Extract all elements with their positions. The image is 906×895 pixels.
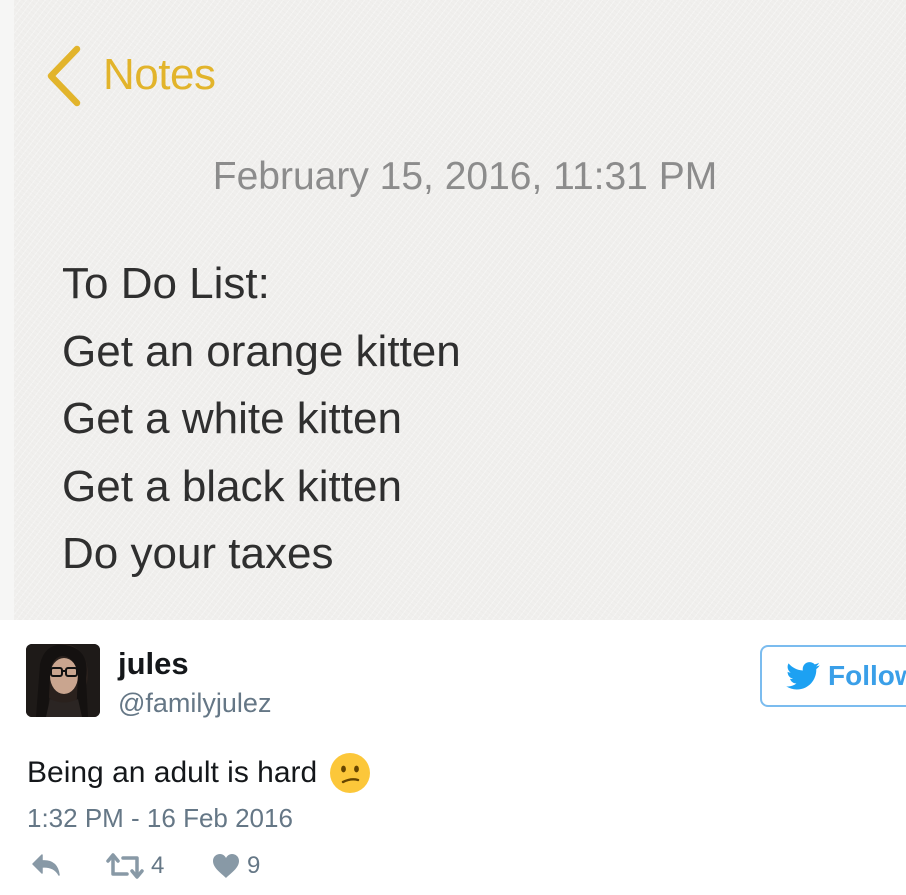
- reply-icon: [32, 854, 60, 876]
- tweet-timestamp[interactable]: 1:32 PM - 16 Feb 2016: [27, 803, 293, 834]
- user-display-name[interactable]: jules: [118, 646, 189, 682]
- heart-icon: [213, 854, 239, 878]
- follow-label: Follow: [828, 660, 906, 691]
- retweet-icon: [106, 853, 144, 879]
- avatar-photo: [26, 644, 100, 717]
- note-line: Get a black kitten: [62, 461, 402, 511]
- chevron-left-icon: [47, 45, 81, 107]
- user-handle[interactable]: @familyjulez: [118, 688, 271, 719]
- retweet-count: 4: [151, 852, 165, 879]
- notes-screenshot: Notes February 15, 2016, 11:31 PM To Do …: [0, 0, 906, 620]
- note-line: Do your taxes: [62, 529, 334, 578]
- tweet-text-content: Being an adult is hard: [27, 756, 318, 789]
- notes-back-label[interactable]: Notes: [103, 50, 216, 100]
- retweet-button[interactable]: 4: [105, 852, 164, 880]
- notes-back-button[interactable]: [44, 44, 84, 108]
- like-button[interactable]: 9: [211, 852, 260, 880]
- tweet-text: Being an adult is hard: [27, 752, 371, 794]
- note-line: Get a white kitten: [62, 394, 402, 443]
- twitter-bird-icon: [786, 662, 820, 690]
- follow-button[interactable]: Follow: [760, 645, 906, 707]
- reply-button[interactable]: [30, 852, 62, 878]
- note-date: February 15, 2016, 11:31 PM: [212, 155, 718, 198]
- avatar[interactable]: [26, 644, 100, 717]
- confused-face-emoji-icon: [330, 753, 371, 793]
- like-count: 9: [247, 852, 261, 879]
- note-line: Get an orange kitten: [62, 326, 461, 376]
- note-line-title: To Do List:: [62, 259, 270, 308]
- note-body[interactable]: To Do List: Get an orange kitten Get a w…: [62, 250, 461, 588]
